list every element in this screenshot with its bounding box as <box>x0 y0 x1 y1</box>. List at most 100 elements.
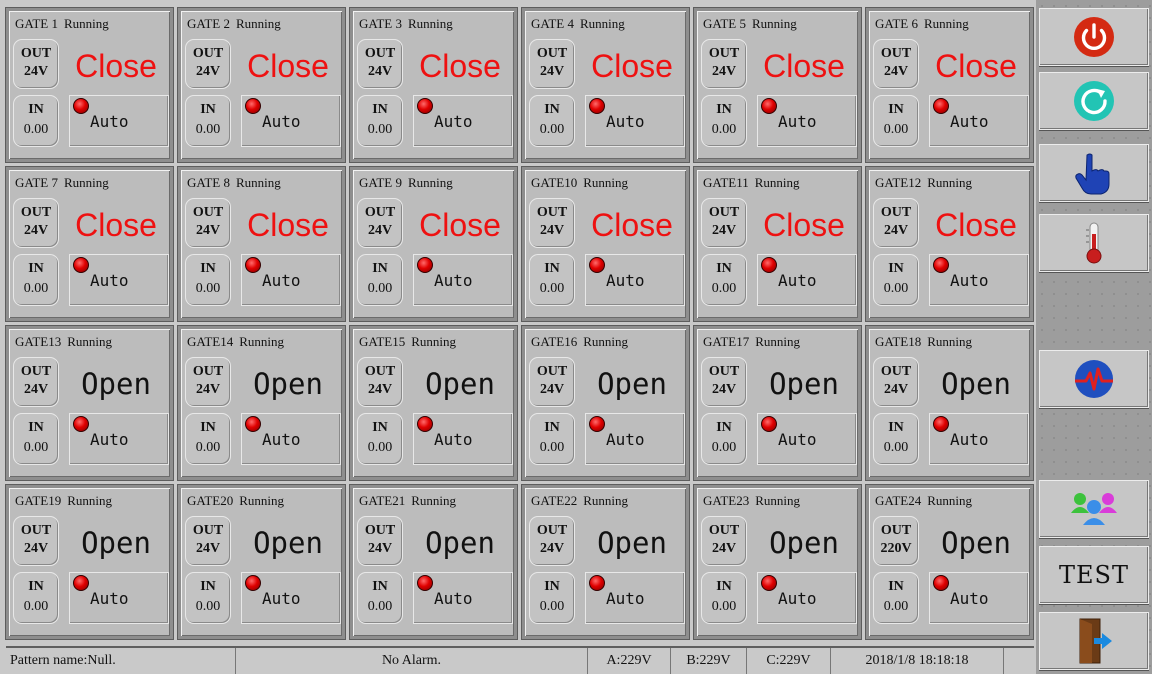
mode-toggle[interactable]: Auto <box>585 254 685 306</box>
gate-tile[interactable]: GATE 7 Running OUT 24V Close IN 0.00 Auto <box>6 167 173 321</box>
out-label: OUT <box>192 205 224 220</box>
mode-toggle[interactable]: Auto <box>585 95 685 147</box>
gate-tile[interactable]: GATE18 Running OUT 24V Open IN 0.00 Auto <box>866 326 1033 480</box>
gate-state: Close <box>591 48 673 84</box>
gate-tile[interactable]: GATE21 Running OUT 24V Open IN 0.00 Auto <box>350 485 517 639</box>
gate-tile[interactable]: GATE 8 Running OUT 24V Close IN 0.00 Auto <box>178 167 345 321</box>
gate-status: Running <box>67 334 113 349</box>
gate-state: Open <box>81 367 151 401</box>
input-value-box: IN 0.00 <box>13 95 59 147</box>
in-value: 0.00 <box>367 122 393 137</box>
mode-toggle[interactable]: Auto <box>413 254 513 306</box>
gate-status: Running <box>583 334 629 349</box>
gate-status: Running <box>407 16 453 31</box>
mode-toggle[interactable]: Auto <box>929 95 1029 147</box>
gate-name: GATE 8 <box>187 175 230 190</box>
in-label: IN <box>28 102 44 117</box>
test-button[interactable]: TEST <box>1039 546 1149 604</box>
mode-toggle[interactable]: Auto <box>241 95 341 147</box>
mode-toggle[interactable]: Auto <box>413 572 513 624</box>
in-value: 0.00 <box>195 281 221 296</box>
status-led-icon <box>73 416 89 432</box>
gate-tile[interactable]: GATE12 Running OUT 24V Close IN 0.00 Auto <box>866 167 1033 321</box>
users-button[interactable] <box>1039 480 1149 538</box>
mode-toggle[interactable]: Auto <box>69 413 169 465</box>
monitor-button[interactable] <box>1039 350 1149 408</box>
input-value-box: IN 0.00 <box>357 413 403 465</box>
input-value-box: IN 0.00 <box>701 413 747 465</box>
in-value: 0.00 <box>195 599 221 614</box>
gate-tile[interactable]: GATE 9 Running OUT 24V Close IN 0.00 Auto <box>350 167 517 321</box>
gate-tile[interactable]: GATE11 Running OUT 24V Close IN 0.00 Auto <box>694 167 861 321</box>
power-button[interactable] <box>1039 8 1149 66</box>
gate-tile[interactable]: GATE23 Running OUT 24V Open IN 0.00 Auto <box>694 485 861 639</box>
mode-label: Auto <box>778 271 817 290</box>
gate-tile[interactable]: GATE 1 Running OUT 24V Close IN 0.00 Auto <box>6 8 173 162</box>
mode-toggle[interactable]: Auto <box>585 572 685 624</box>
gate-name: GATE 6 <box>875 16 918 31</box>
refresh-button[interactable] <box>1039 72 1149 130</box>
mode-label: Auto <box>950 112 989 131</box>
out-label: OUT <box>708 46 740 61</box>
out-label: OUT <box>364 364 396 379</box>
gate-tile[interactable]: GATE19 Running OUT 24V Open IN 0.00 Auto <box>6 485 173 639</box>
manual-control-button[interactable] <box>1039 144 1149 202</box>
mode-toggle[interactable]: Auto <box>69 95 169 147</box>
mode-toggle[interactable]: Auto <box>929 254 1029 306</box>
gate-tile[interactable]: GATE14 Running OUT 24V Open IN 0.00 Auto <box>178 326 345 480</box>
out-value: 24V <box>23 541 49 556</box>
gate-state: Close <box>763 207 845 243</box>
out-value: 24V <box>539 382 565 397</box>
sidebar: TEST <box>1036 0 1152 674</box>
out-value: 24V <box>23 223 49 238</box>
gate-status: Running <box>754 175 800 190</box>
mode-toggle[interactable]: Auto <box>757 95 857 147</box>
gate-tile[interactable]: GATE 2 Running OUT 24V Close IN 0.00 Auto <box>178 8 345 162</box>
mode-toggle[interactable]: Auto <box>757 254 857 306</box>
gate-tile[interactable]: GATE 5 Running OUT 24V Close IN 0.00 Auto <box>694 8 861 162</box>
mode-toggle[interactable]: Auto <box>757 413 857 465</box>
gate-tile[interactable]: GATE15 Running OUT 24V Open IN 0.00 Auto <box>350 326 517 480</box>
mode-toggle[interactable]: Auto <box>413 413 513 465</box>
in-label: IN <box>372 579 388 594</box>
input-value-box: IN 0.00 <box>357 254 403 306</box>
out-value: 24V <box>367 382 393 397</box>
gate-tile[interactable]: GATE 6 Running OUT 24V Close IN 0.00 Auto <box>866 8 1033 162</box>
mode-toggle[interactable]: Auto <box>241 254 341 306</box>
gate-tile[interactable]: GATE17 Running OUT 24V Open IN 0.00 Auto <box>694 326 861 480</box>
output-voltage-box: OUT 24V <box>13 39 59 89</box>
mode-toggle[interactable]: Auto <box>929 572 1029 624</box>
mode-toggle[interactable]: Auto <box>585 413 685 465</box>
in-label: IN <box>888 102 904 117</box>
gate-tile[interactable]: GATE20 Running OUT 24V Open IN 0.00 Auto <box>178 485 345 639</box>
temperature-button[interactable] <box>1039 214 1149 272</box>
input-value-box: IN 0.00 <box>701 572 747 624</box>
gate-state: Close <box>591 207 673 243</box>
gate-title: GATE 8 Running <box>187 175 281 191</box>
mode-toggle[interactable]: Auto <box>757 572 857 624</box>
gate-tile[interactable]: GATE 3 Running OUT 24V Close IN 0.00 Auto <box>350 8 517 162</box>
gate-tile[interactable]: GATE24 Running OUT 220V Open IN 0.00 Auto <box>866 485 1033 639</box>
in-label: IN <box>716 420 732 435</box>
input-value-box: IN 0.00 <box>185 254 231 306</box>
gate-tile[interactable]: GATE10 Running OUT 24V Close IN 0.00 Auto <box>522 167 689 321</box>
pattern-name: Pattern name:Null. <box>6 648 236 674</box>
gate-state: Open <box>597 526 667 560</box>
exit-button[interactable] <box>1039 612 1149 670</box>
in-value: 0.00 <box>539 281 565 296</box>
in-label: IN <box>200 261 216 276</box>
gate-tile[interactable]: GATE22 Running OUT 24V Open IN 0.00 Auto <box>522 485 689 639</box>
gate-title: GATE15 Running <box>359 334 456 350</box>
input-value-box: IN 0.00 <box>529 254 575 306</box>
mode-toggle[interactable]: Auto <box>241 572 341 624</box>
mode-toggle[interactable]: Auto <box>241 413 341 465</box>
mode-toggle[interactable]: Auto <box>929 413 1029 465</box>
gate-tile[interactable]: GATE13 Running OUT 24V Open IN 0.00 Auto <box>6 326 173 480</box>
gate-tile[interactable]: GATE16 Running OUT 24V Open IN 0.00 Auto <box>522 326 689 480</box>
mode-toggle[interactable]: Auto <box>69 254 169 306</box>
mode-toggle[interactable]: Auto <box>69 572 169 624</box>
gate-tile[interactable]: GATE 4 Running OUT 24V Close IN 0.00 Auto <box>522 8 689 162</box>
mode-toggle[interactable]: Auto <box>413 95 513 147</box>
status-led-icon <box>73 98 89 114</box>
mode-label: Auto <box>262 589 301 608</box>
